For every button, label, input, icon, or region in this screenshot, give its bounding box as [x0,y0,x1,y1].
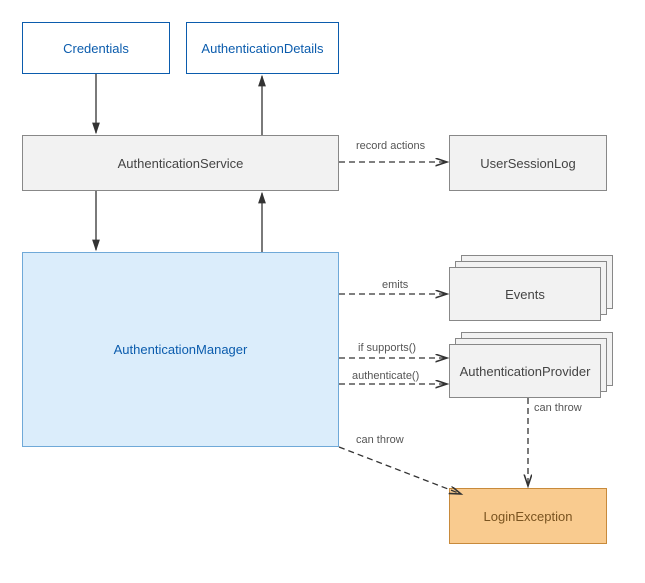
events-node: Events [449,267,601,321]
edge-manager-to-exception [339,447,461,494]
edge-label-can-throw-manager: can throw [356,434,404,446]
authentication-service-node: AuthenticationService [22,135,339,191]
credentials-node[interactable]: Credentials [22,22,170,74]
authentication-provider-node: AuthenticationProvider [449,344,601,398]
user-session-log-node: UserSessionLog [449,135,607,191]
edge-label-authenticate: authenticate() [352,370,419,382]
edge-label-record-actions: record actions [356,140,425,152]
edge-label-if-supports: if supports() [358,342,416,354]
edge-label-can-throw-provider: can throw [534,402,582,414]
edge-label-emits: emits [382,279,408,291]
authentication-details-node[interactable]: AuthenticationDetails [186,22,339,74]
login-exception-node: LoginException [449,488,607,544]
authentication-manager-node[interactable]: AuthenticationManager [22,252,339,447]
